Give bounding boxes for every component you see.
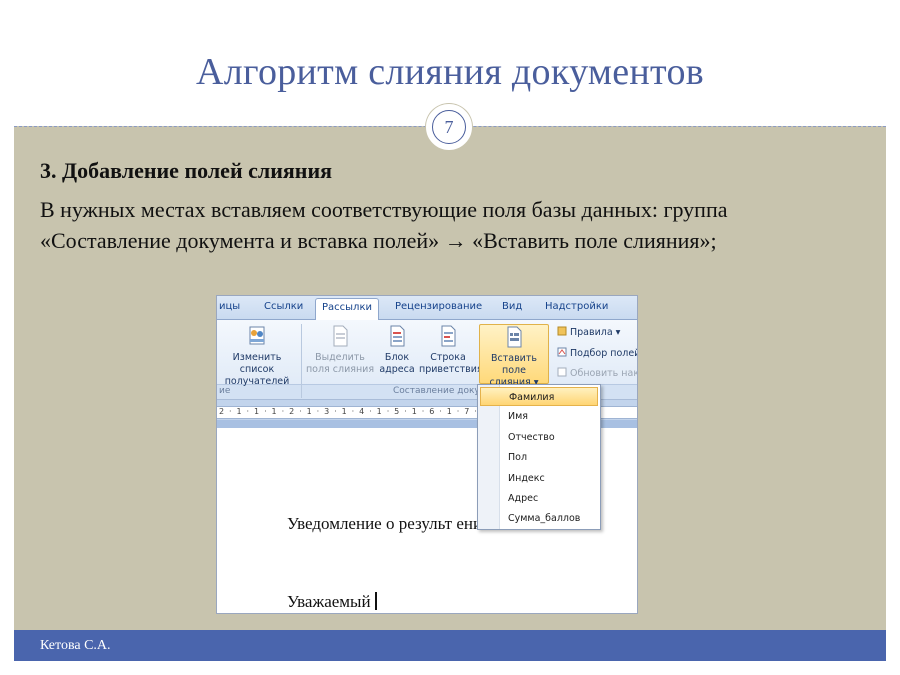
rules-icon bbox=[557, 326, 567, 336]
word-screenshot: ицы Ссылки Рассылки Рецензирование Вид Н… bbox=[216, 295, 638, 614]
document-line-1: Уведомление о результ ения bbox=[287, 514, 490, 533]
match-fields-label: Подбор полей bbox=[570, 348, 638, 359]
dropdown-item-score-sum[interactable]: Сумма_баллов bbox=[480, 509, 598, 528]
address-block-label-1: Блок bbox=[384, 352, 410, 363]
body-text: В нужных местах вставляем соответствующи… bbox=[40, 197, 728, 253]
greeting-line-icon bbox=[441, 325, 456, 347]
highlight-fields-label-1: Выделить bbox=[315, 352, 365, 363]
edit-recipients-button[interactable]: Изменить список получателей bbox=[217, 324, 297, 388]
address-block-button[interactable]: Блок адреса bbox=[377, 324, 417, 376]
text-cursor bbox=[374, 592, 377, 610]
rules-label: Правила ▾ bbox=[570, 327, 621, 338]
dropdown-item-surname[interactable]: Фамилия bbox=[480, 387, 598, 406]
insert-field-label-1: Вставить поле bbox=[490, 353, 537, 376]
greeting-line-label-2: приветствия bbox=[419, 364, 483, 375]
ribbon-tabs: ицы Ссылки Рассылки Рецензирование Вид Н… bbox=[217, 296, 637, 321]
update-labels-button[interactable]: Обновить нак. bbox=[557, 367, 638, 379]
greeting-line-label-1: Строка bbox=[430, 352, 466, 363]
edit-recipients-label-2: получателей bbox=[224, 376, 290, 387]
update-labels-icon bbox=[557, 367, 567, 377]
merge-field-dropdown: Фамилия Имя Отчество Пол Индекс Адрес Су… bbox=[477, 384, 601, 530]
section-heading: 3. Добавление полей слияния bbox=[40, 158, 333, 183]
address-block-label-2: адреса bbox=[379, 364, 415, 375]
footer-author: Кетова С.А. bbox=[40, 638, 111, 653]
rules-button[interactable]: Правила ▾ bbox=[557, 326, 620, 338]
recipients-icon bbox=[249, 326, 265, 345]
dropdown-item-index[interactable]: Индекс bbox=[480, 469, 598, 488]
ribbon-separator bbox=[301, 324, 302, 398]
tab-tables[interactable]: ицы bbox=[219, 301, 240, 312]
tab-addins[interactable]: Надстройки bbox=[545, 301, 608, 312]
update-labels-label: Обновить нак. bbox=[570, 368, 638, 379]
greeting-line-button[interactable]: Строка приветствия bbox=[419, 324, 483, 376]
group-label-compose: Составление доку bbox=[393, 386, 480, 396]
match-fields-button[interactable]: Подбор полей bbox=[557, 347, 638, 359]
highlight-fields-button[interactable]: Выделить поля слияния bbox=[305, 324, 375, 376]
page-number-badge: 7 bbox=[426, 104, 472, 150]
insert-merge-field-button[interactable]: Вставить поле слияния ▾ bbox=[479, 324, 549, 388]
address-block-icon bbox=[390, 325, 405, 347]
dropdown-item-patronymic[interactable]: Отчество bbox=[480, 428, 598, 447]
page-number: 7 bbox=[432, 110, 466, 144]
insert-field-icon bbox=[507, 326, 522, 348]
tab-review[interactable]: Рецензирование bbox=[395, 301, 482, 312]
highlight-fields-icon bbox=[333, 325, 348, 347]
document-line-2-text: Уважаемый bbox=[287, 592, 371, 611]
tab-references[interactable]: Ссылки bbox=[264, 301, 303, 312]
slide-title: Алгоритм слияния документов bbox=[196, 51, 704, 93]
tab-view[interactable]: Вид bbox=[502, 301, 522, 312]
match-fields-icon bbox=[557, 347, 567, 357]
slide: Алгоритм слияния документов 7 3. Добавле… bbox=[0, 0, 900, 675]
dropdown-item-gender[interactable]: Пол bbox=[480, 448, 598, 467]
highlight-fields-label-2: поля слияния bbox=[305, 364, 375, 375]
dropdown-item-address[interactable]: Адрес bbox=[480, 489, 598, 508]
footer-bar: Кетова С.А. bbox=[14, 630, 886, 661]
tab-mailings[interactable]: Рассылки bbox=[315, 298, 379, 321]
document-line-2[interactable]: Уважаемый bbox=[287, 592, 377, 612]
edit-recipients-label-1: Изменить список bbox=[232, 352, 282, 375]
dropdown-item-name[interactable]: Имя bbox=[480, 407, 598, 426]
